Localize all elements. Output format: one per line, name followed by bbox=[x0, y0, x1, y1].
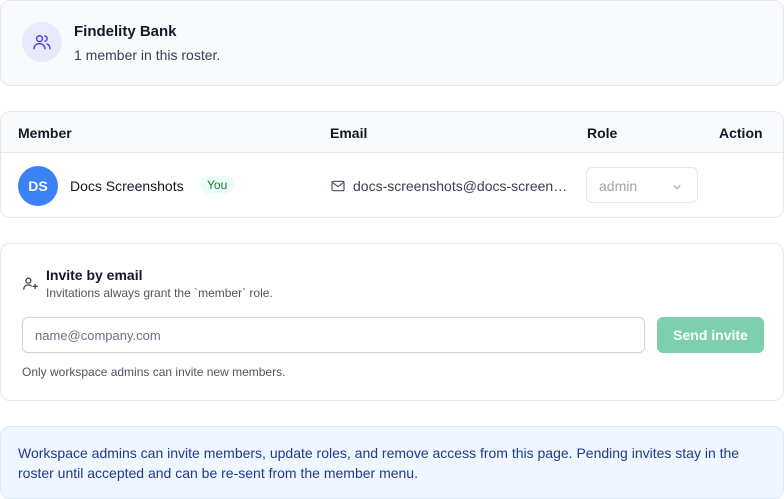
users-icon bbox=[22, 22, 62, 62]
invite-email-input[interactable] bbox=[22, 317, 645, 353]
mail-icon bbox=[330, 178, 346, 199]
invite-title: Invite by email bbox=[46, 267, 143, 283]
column-header-email: Email bbox=[330, 125, 368, 141]
member-name: Docs Screenshots bbox=[70, 178, 184, 194]
table-row: DS Docs Screenshots You docs-screenshots… bbox=[1, 153, 783, 217]
role-select-value: admin bbox=[599, 178, 638, 194]
user-plus-icon bbox=[22, 275, 39, 297]
member-email: docs-screenshots@docs-screenshots.exampl… bbox=[353, 178, 568, 194]
invite-permission-note: Only workspace admins can invite new mem… bbox=[22, 365, 286, 379]
table-header: Member Email Role Action bbox=[1, 112, 783, 153]
role-select[interactable]: admin bbox=[586, 167, 698, 203]
column-header-action: Action bbox=[719, 125, 763, 141]
info-banner: Workspace admins can invite members, upd… bbox=[0, 426, 784, 499]
workspace-name: Findelity Bank bbox=[74, 23, 177, 40]
roster-summary: 1 member in this roster. bbox=[74, 47, 221, 63]
you-badge: You bbox=[200, 176, 235, 194]
info-banner-text: Workspace admins can invite members, upd… bbox=[18, 445, 740, 481]
invite-subtitle: Invitations always grant the `member` ro… bbox=[46, 286, 273, 300]
members-table: Member Email Role Action DS Docs Screens… bbox=[0, 111, 784, 218]
chevron-down-icon bbox=[671, 180, 683, 198]
avatar: DS bbox=[18, 166, 58, 206]
column-header-member: Member bbox=[18, 125, 72, 141]
invite-card: Invite by email Invitations always grant… bbox=[0, 243, 784, 401]
send-invite-button[interactable]: Send invite bbox=[657, 317, 764, 353]
column-header-role: Role bbox=[587, 125, 618, 141]
workspace-header-card: Findelity Bank 1 member in this roster. bbox=[0, 0, 784, 86]
